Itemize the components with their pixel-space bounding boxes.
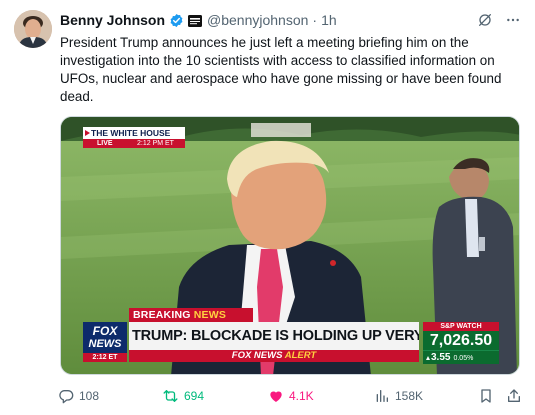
tweet-video[interactable]: THE WHITE HOUSE LIVE 2:12 PM ET BREAKING… xyxy=(60,116,520,375)
sp-watch-value: 7,026.50 xyxy=(423,331,499,350)
sp-change-percent: 0.05% xyxy=(453,355,474,362)
grok-icon[interactable] xyxy=(477,12,493,28)
tweet[interactable]: Benny Johnson @bennyjohnson · 1h Preside… xyxy=(0,0,535,415)
share-button[interactable] xyxy=(506,386,522,406)
sp-change-points: 3.55 xyxy=(431,352,451,363)
retweet-count: 694 xyxy=(184,389,205,403)
affiliate-badge-icon[interactable] xyxy=(188,14,203,27)
logo-line-fox: FOX xyxy=(92,324,118,338)
tweet-actions: 108 694 4.1K 158K xyxy=(58,386,520,406)
white-house-title: THE WHITE HOUSE xyxy=(83,127,185,139)
logo-clock: 2:12 ET xyxy=(83,353,127,362)
broadcast-clock: 2:12 PM ET xyxy=(137,140,174,147)
like-button[interactable]: 4.1K xyxy=(268,386,314,406)
like-icon xyxy=(268,388,284,404)
fox-news-logo: FOX NEWS 2:12 ET xyxy=(83,322,127,362)
bookmark-icon xyxy=(478,388,494,404)
reply-count: 108 xyxy=(79,389,100,403)
breaking-news-label: BREAKING NEWS xyxy=(129,308,253,322)
more-icon[interactable] xyxy=(505,12,521,28)
chyron-headline: TRUMP: BLOCKADE IS HOLDING UP VERY WELL xyxy=(129,322,419,350)
breaking-word: BREAKING xyxy=(133,309,191,321)
views-count: 158K xyxy=(395,389,424,403)
like-count: 4.1K xyxy=(289,389,314,403)
live-label: LIVE xyxy=(97,140,113,147)
verified-icon xyxy=(169,13,184,28)
white-house-bug: THE WHITE HOUSE LIVE 2:12 PM ET xyxy=(83,127,185,149)
sp-watch-ticker: S&P WATCH 7,026.50 3.55 0.05% xyxy=(423,322,499,365)
sp-watch-change: 3.55 0.05% xyxy=(423,350,499,364)
fox-news-alert-bar: FOX NEWS ALERT xyxy=(129,350,419,362)
timestamp[interactable]: 1h xyxy=(321,12,337,28)
handle[interactable]: @bennyjohnson xyxy=(207,12,308,28)
logo-line-news: NEWS xyxy=(88,338,122,350)
alert-brand: FOX NEWS xyxy=(231,350,283,361)
tweet-top-actions xyxy=(477,10,521,30)
bookmark-button[interactable] xyxy=(478,386,494,406)
reply-button[interactable]: 108 xyxy=(58,386,99,406)
tweet-header: Benny Johnson @bennyjohnson · 1h xyxy=(60,10,337,30)
display-name[interactable]: Benny Johnson xyxy=(60,12,165,28)
avatar[interactable] xyxy=(14,10,52,48)
separator-dot: · xyxy=(312,12,318,28)
news-word: NEWS xyxy=(193,309,227,321)
reply-icon xyxy=(58,388,74,404)
retweet-icon xyxy=(162,388,179,404)
views-button[interactable]: 158K xyxy=(374,386,423,406)
tweet-text: President Trump announces he just left a… xyxy=(60,35,502,104)
alert-word: ALERT xyxy=(284,350,317,361)
live-indicator: LIVE 2:12 PM ET xyxy=(83,139,185,148)
views-icon xyxy=(374,388,390,404)
share-icon xyxy=(506,388,522,404)
sp-watch-label: S&P WATCH xyxy=(423,322,499,331)
retweet-button[interactable]: 694 xyxy=(162,386,204,406)
